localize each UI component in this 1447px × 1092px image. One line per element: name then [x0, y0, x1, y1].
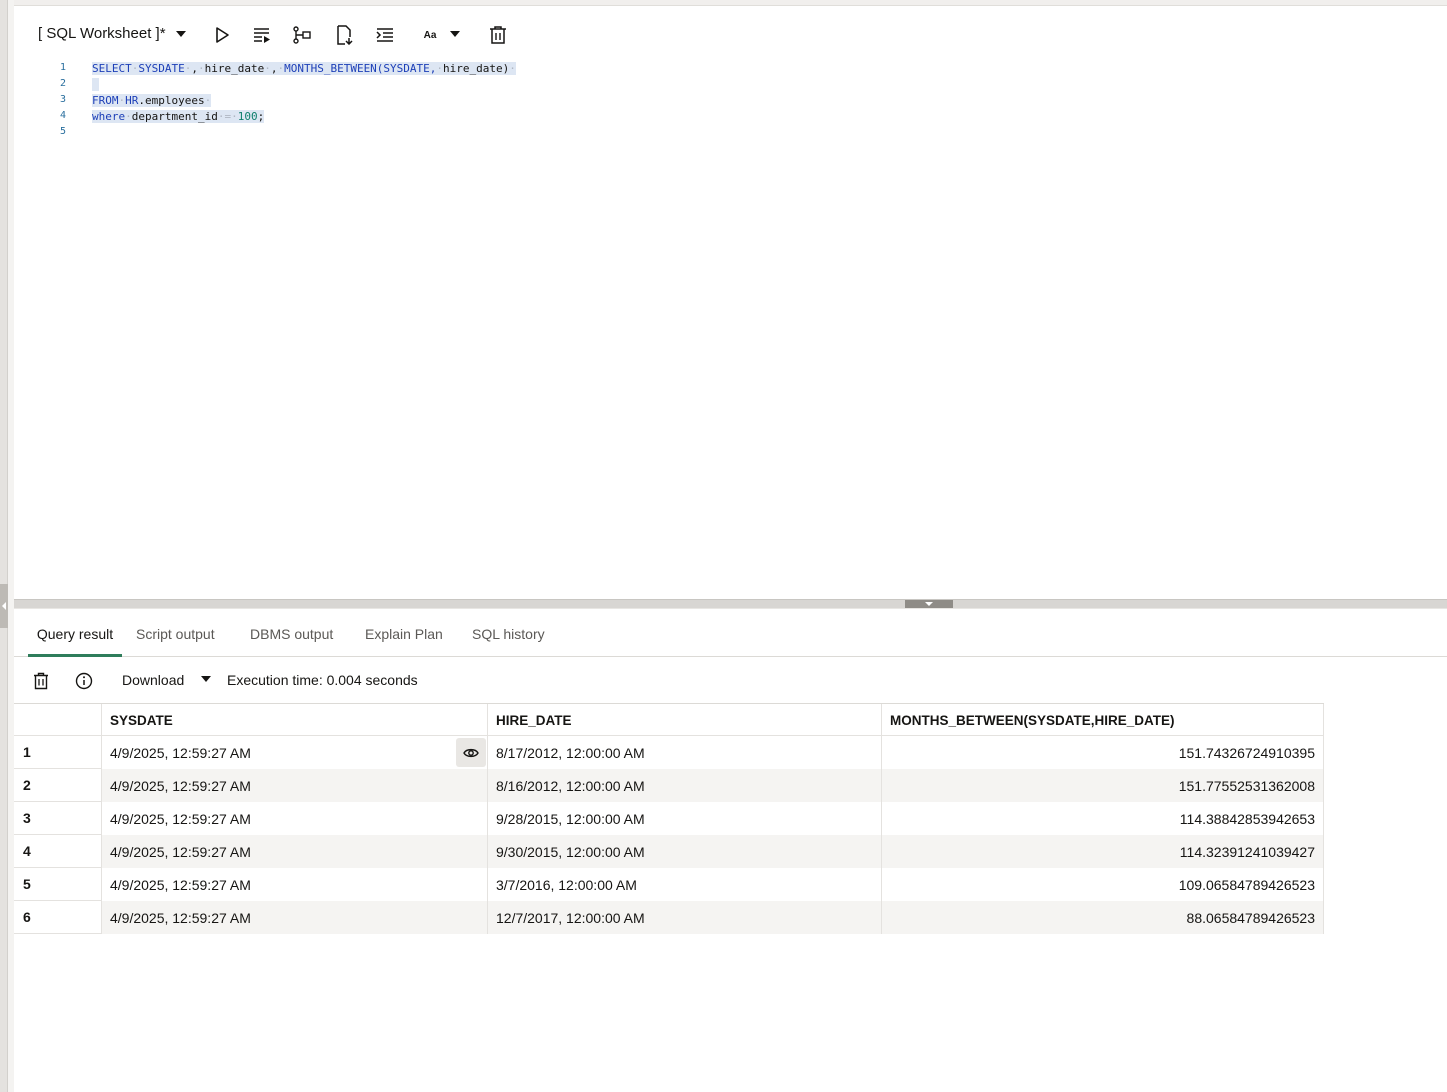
- editor-line: 2: [14, 76, 1447, 92]
- table-row[interactable]: 5 4/9/2025, 12:59:27 AM 3/7/2016, 12:00:00…: [14, 868, 1324, 901]
- autotrace-button[interactable]: [330, 22, 358, 48]
- editor-line: 3 FROM·HR.employees·: [14, 92, 1447, 108]
- run-script-icon: [254, 28, 270, 43]
- code-line-2: [92, 78, 99, 91]
- line-number: 1: [59, 62, 66, 73]
- info-button[interactable]: [72, 669, 96, 693]
- results-toolbar: Download Execution time: 0.004 seconds: [14, 660, 1447, 702]
- tab-explain-plan[interactable]: Explain Plan: [365, 626, 443, 657]
- view-value-button[interactable]: [456, 738, 486, 767]
- top-border: [14, 0, 1447, 6]
- clear-icon: [490, 26, 506, 44]
- font-case-icon: Aa: [423, 29, 437, 41]
- grid-body: 1 4/9/2025, 12:59:27 AM 8/17/2012, 12:00:0…: [14, 736, 1324, 934]
- worksheet-dropdown-caret-icon[interactable]: [176, 31, 186, 37]
- column-header-months-between[interactable]: MONTHS_BETWEEN(SYSDATE,HIRE_DATE): [882, 704, 1324, 737]
- splitter-handle[interactable]: [905, 600, 953, 608]
- autotrace-icon: [337, 25, 353, 45]
- row-number[interactable]: 5: [14, 868, 102, 901]
- worksheet-selector[interactable]: [ SQL Worksheet ]*: [38, 25, 166, 42]
- line-number: 5: [59, 126, 66, 137]
- line-number: 3: [59, 94, 66, 105]
- explain-plan-button[interactable]: [288, 22, 316, 48]
- run-script-button[interactable]: [248, 22, 276, 48]
- row-number-header: [14, 704, 102, 737]
- cell-months-between[interactable]: 151.74326724910395: [882, 736, 1324, 769]
- line-number: 4: [59, 110, 66, 121]
- download-button[interactable]: Download: [122, 672, 184, 688]
- format-icon: [376, 28, 393, 42]
- cell-hire-date[interactable]: 12/7/2017, 12:00:00 AM: [488, 901, 882, 934]
- column-header-sysdate[interactable]: SYSDATE: [102, 704, 488, 737]
- worksheet-title: [ SQL Worksheet ]*: [38, 25, 166, 42]
- cell-months-between[interactable]: 88.06584789426523: [882, 901, 1324, 934]
- font-case-button[interactable]: Aa: [416, 22, 444, 48]
- format-button[interactable]: [371, 22, 399, 48]
- run-statement-button[interactable]: [208, 22, 236, 48]
- run-statement-icon: [216, 27, 229, 43]
- eye-icon: [463, 748, 479, 757]
- cell-hire-date[interactable]: 8/16/2012, 12:00:00 AM: [488, 769, 882, 802]
- cell-sysdate[interactable]: 4/9/2025, 12:59:27 AM: [102, 802, 488, 835]
- row-number[interactable]: 2: [14, 769, 102, 802]
- cell-sysdate[interactable]: 4/9/2025, 12:59:27 AM: [102, 868, 488, 901]
- collapse-navigator-handle[interactable]: [0, 584, 8, 628]
- row-number[interactable]: 6: [14, 901, 102, 934]
- column-header-hire-date[interactable]: HIRE_DATE: [488, 704, 882, 737]
- cell-months-between[interactable]: 109.06584789426523: [882, 868, 1324, 901]
- cell-sysdate[interactable]: 4/9/2025, 12:59:27 AM: [102, 769, 488, 802]
- row-number[interactable]: 3: [14, 802, 102, 835]
- cell-months-between[interactable]: 114.32391241039427: [882, 835, 1324, 868]
- left-rail: [0, 0, 8, 1092]
- explain-plan-icon: [293, 26, 311, 44]
- pane-splitter[interactable]: [14, 599, 1447, 609]
- cell-sysdate[interactable]: 4/9/2025, 12:59:27 AM: [102, 835, 488, 868]
- editor-line: 5: [14, 124, 1447, 140]
- row-number[interactable]: 1: [14, 736, 102, 769]
- table-row[interactable]: 1 4/9/2025, 12:59:27 AM 8/17/2012, 12:00:0…: [14, 736, 1324, 769]
- results-tabs: Query result Script output DBMS output E…: [14, 612, 1447, 657]
- tab-dbms-output[interactable]: DBMS output: [250, 626, 333, 657]
- line-number: 2: [59, 78, 66, 89]
- editor-line: 4 where·department_id·=·100;: [14, 108, 1447, 124]
- row-number[interactable]: 4: [14, 835, 102, 868]
- chevron-down-icon: [925, 602, 933, 606]
- download-dropdown-caret-icon[interactable]: [201, 676, 211, 682]
- cell-hire-date[interactable]: 3/7/2016, 12:00:00 AM: [488, 868, 882, 901]
- sql-editor[interactable]: 1 SELECT·SYSDATE·,·hire_date·,·MONTHS_BE…: [14, 60, 1447, 595]
- table-row[interactable]: 2 4/9/2025, 12:59:27 AM 8/16/2012, 12:00:0…: [14, 769, 1324, 802]
- font-case-dropdown-caret-icon[interactable]: [450, 31, 460, 37]
- tab-script-output[interactable]: Script output: [136, 626, 215, 657]
- code-line-4: where·department_id·=·100;: [92, 110, 265, 123]
- editor-line: 1 SELECT·SYSDATE·,·hire_date·,·MONTHS_BE…: [14, 60, 1447, 76]
- cell-hire-date[interactable]: 9/30/2015, 12:00:00 AM: [488, 835, 882, 868]
- code-line-1: SELECT·SYSDATE·,·hire_date·,·MONTHS_BETW…: [92, 62, 516, 75]
- cell-sysdate[interactable]: 4/9/2025, 12:59:27 AM: [102, 736, 488, 769]
- clear-results-button[interactable]: [29, 669, 53, 693]
- cell-hire-date[interactable]: 8/17/2012, 12:00:00 AM: [488, 736, 882, 769]
- cell-months-between[interactable]: 114.38842853942653: [882, 802, 1324, 835]
- table-row[interactable]: 6 4/9/2025, 12:59:27 AM 12/7/2017, 12:00:0…: [14, 901, 1324, 934]
- execution-time: Execution time: 0.004 seconds: [227, 672, 418, 688]
- tab-query-result[interactable]: Query result: [28, 626, 122, 657]
- tab-sql-history[interactable]: SQL history: [472, 626, 545, 657]
- cell-months-between[interactable]: 151.77552531362008: [882, 769, 1324, 802]
- cell-hire-date[interactable]: 9/28/2015, 12:00:00 AM: [488, 802, 882, 835]
- results-grid: SYSDATE HIRE_DATE MONTHS_BETWEEN(SYSDATE…: [14, 703, 1324, 934]
- worksheet-toolbar: [ SQL Worksheet ]* Aa: [14, 16, 1447, 52]
- chevron-left-icon: [2, 602, 6, 610]
- clear-button[interactable]: [484, 22, 512, 48]
- cell-sysdate[interactable]: 4/9/2025, 12:59:27 AM: [102, 901, 488, 934]
- table-row[interactable]: 4 4/9/2025, 12:59:27 AM 9/30/2015, 12:00:0…: [14, 835, 1324, 868]
- table-row[interactable]: 3 4/9/2025, 12:59:27 AM 9/28/2015, 12:00:0…: [14, 802, 1324, 835]
- info-icon: [75, 672, 93, 690]
- code-line-3: FROM·HR.employees·: [92, 94, 212, 107]
- grid-header: SYSDATE HIRE_DATE MONTHS_BETWEEN(SYSDATE…: [14, 703, 1324, 737]
- trash-icon: [34, 672, 48, 690]
